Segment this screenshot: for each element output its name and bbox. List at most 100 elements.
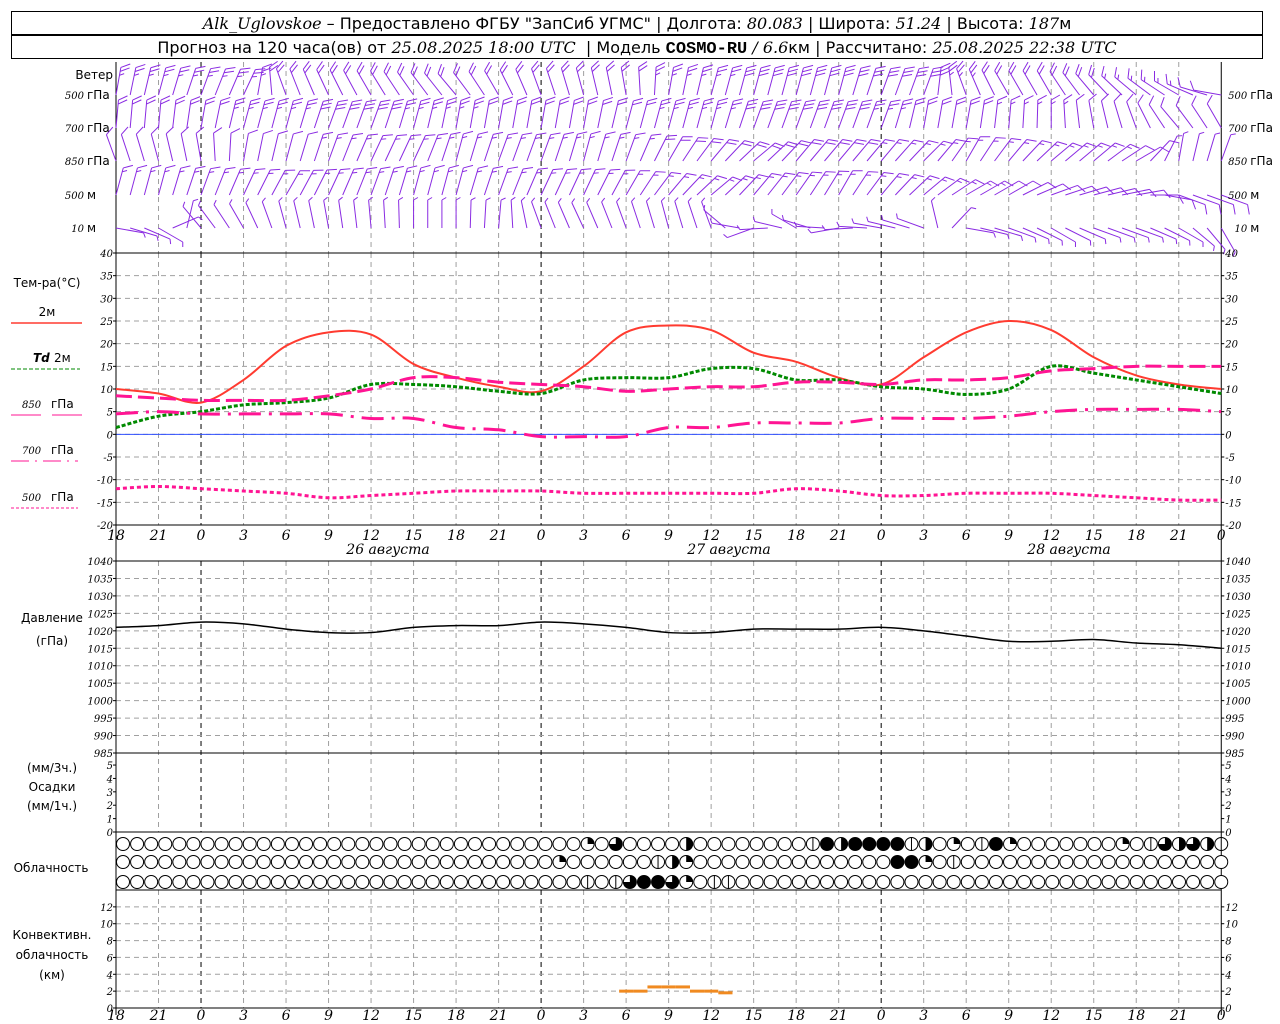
precip-tick-label: 5 <box>1225 761 1231 772</box>
wind-barb <box>213 199 230 229</box>
cloud-circle <box>524 855 539 869</box>
wind-level-num-right: 850 <box>1228 157 1248 168</box>
cloud-circle <box>439 855 454 869</box>
pressure-tick-label: 1015 <box>1225 644 1250 655</box>
wind-barb <box>771 209 797 229</box>
pressure-tick-label: 1000 <box>1225 697 1251 708</box>
wind-barb <box>483 197 491 229</box>
cloud-overcast <box>637 875 651 889</box>
wind-barb <box>257 97 275 129</box>
wind-barb <box>821 225 853 231</box>
wind-barb <box>370 62 386 96</box>
cloud-circle <box>453 875 468 889</box>
cloud-circle <box>566 837 581 851</box>
wind-barb <box>639 133 662 162</box>
cloud-circle <box>735 837 750 851</box>
x-tick-label: 0 <box>1217 528 1226 544</box>
temp-tick-label: -10 <box>1225 476 1242 487</box>
cloud-circle <box>299 875 314 889</box>
cloud-circle <box>256 855 271 869</box>
conv-tick-label: 10 <box>100 920 113 931</box>
wind-barb <box>1164 227 1191 246</box>
cloud-circle <box>1059 875 1074 889</box>
pressure-tick-label: 985 <box>1225 749 1244 760</box>
cloud-circle <box>1031 875 1046 889</box>
cloud-partial <box>672 855 679 869</box>
precip-tick-label: 3 <box>107 788 113 799</box>
wind-barb <box>1036 61 1052 96</box>
cloud-circle <box>777 837 792 851</box>
cloud-circle <box>468 837 482 851</box>
wind-barb <box>668 97 686 129</box>
precip-title: Осадки <box>29 780 76 794</box>
cloud-circle <box>1214 855 1229 869</box>
cloud-circle <box>538 855 553 869</box>
wind-barb <box>625 97 644 129</box>
x-tick-label: 6 <box>282 528 291 544</box>
cloud-circle <box>960 875 975 889</box>
x-tick-label: 9 <box>324 528 333 544</box>
wind-barb <box>285 130 304 162</box>
wind-level-unit-right: м <box>1250 188 1259 202</box>
wind-level-unit-right: гПа <box>1250 121 1273 135</box>
legend-500-num: 500 <box>22 493 42 504</box>
cloud-circle <box>270 875 285 889</box>
cloud-circle <box>130 875 145 889</box>
wind-barb <box>135 126 145 162</box>
cloud-circle <box>834 875 849 889</box>
cloud-circle <box>580 855 595 869</box>
wind-barb <box>1137 94 1151 129</box>
wind-barb <box>228 97 246 129</box>
cloud-circle <box>707 855 722 869</box>
cloud-circle <box>960 837 975 851</box>
cloud-circle <box>721 837 736 851</box>
pressure-tick-label: 1020 <box>88 627 114 638</box>
wind-barb <box>356 133 378 162</box>
cloud-circle <box>214 855 229 869</box>
wind-barb <box>571 198 585 229</box>
wind-barb <box>370 134 393 162</box>
cloud-circle <box>144 837 159 851</box>
precip-tick-label: 3 <box>1225 788 1231 799</box>
cloud-circle <box>383 875 398 889</box>
cloud-circle <box>848 875 863 889</box>
conv-tick-label: 12 <box>100 903 113 914</box>
cloud-circle <box>425 875 440 889</box>
cloud-circle <box>1073 837 1088 851</box>
wind-barb <box>515 60 528 96</box>
wind-barb <box>289 60 301 96</box>
wind-barb <box>245 198 259 229</box>
cloud-partial <box>953 837 961 844</box>
wind-barb <box>687 197 698 229</box>
wind-barb <box>838 170 863 196</box>
temp-tick-label: 15 <box>100 362 113 373</box>
wind-barb <box>158 227 184 247</box>
cloud-circle <box>552 875 567 889</box>
cloud-circle <box>876 875 891 889</box>
wind-barb <box>638 61 648 96</box>
wind-barb <box>994 138 1022 162</box>
wind-level-num: 700 <box>65 124 85 135</box>
wind-barb <box>639 171 666 196</box>
cloud-partial <box>686 837 693 851</box>
wind-barb <box>468 62 485 96</box>
x-tick-label: 21 <box>829 528 848 544</box>
wind-barb <box>568 96 584 129</box>
wind-barb <box>696 97 715 129</box>
cloud-circle <box>1045 875 1060 889</box>
cloud-circle <box>242 837 257 851</box>
cloud-circle <box>270 837 285 851</box>
precip-tick-label: 4 <box>106 774 113 785</box>
wind-barb <box>397 62 414 96</box>
cloud-circle <box>1017 875 1032 889</box>
wind-barb <box>1008 61 1024 96</box>
wind-barb <box>1075 63 1095 96</box>
precip-tick-label: 2 <box>106 801 113 812</box>
cloud-circle <box>988 855 1003 869</box>
cloud-circle <box>116 875 130 889</box>
pressure-tick-label: 995 <box>1225 714 1244 725</box>
x-tick-label: 21 <box>149 528 168 544</box>
cloud-circle <box>636 855 651 869</box>
cloud-circle <box>763 837 778 851</box>
cloud-partial <box>1122 837 1130 844</box>
